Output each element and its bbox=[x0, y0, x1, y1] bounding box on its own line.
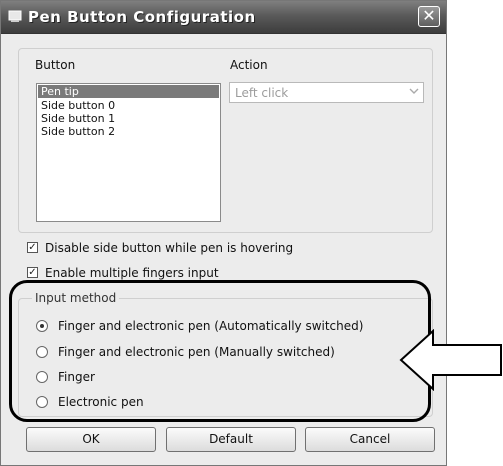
disable-side-button-label: Disable side button while pen is hoverin… bbox=[45, 241, 294, 255]
pen-tablet-icon bbox=[8, 10, 22, 22]
enable-multiple-fingers-checkbox[interactable]: ✓ bbox=[27, 267, 38, 278]
button-header: Button bbox=[35, 58, 76, 72]
window-title: Pen Button Configuration bbox=[28, 8, 256, 26]
list-item-side-button-2[interactable]: Side button 2 bbox=[37, 125, 220, 138]
chevron-down-icon bbox=[405, 83, 423, 102]
action-dropdown[interactable]: Left click bbox=[229, 82, 424, 103]
list-item-side-button-1[interactable]: Side button 1 bbox=[37, 112, 220, 125]
list-item-side-button-0[interactable]: Side button 0 bbox=[37, 99, 220, 112]
cancel-button[interactable]: Cancel bbox=[305, 427, 435, 452]
list-item-pen-tip[interactable]: Pen tip bbox=[38, 85, 219, 98]
arrow-left-icon bbox=[399, 329, 502, 391]
action-header: Action bbox=[230, 58, 268, 72]
enable-multiple-fingers-label: Enable multiple fingers input bbox=[45, 266, 219, 280]
title-bar[interactable]: Pen Button Configuration ✕ bbox=[1, 1, 446, 34]
ok-button[interactable]: OK bbox=[26, 427, 156, 452]
action-dropdown-value: Left click bbox=[235, 86, 289, 100]
close-button[interactable]: ✕ bbox=[418, 6, 440, 27]
button-listbox[interactable]: Pen tip Side button 0 Side button 1 Side… bbox=[36, 83, 221, 222]
disable-side-button-checkbox[interactable]: ✓ bbox=[27, 242, 38, 253]
input-method-highlight bbox=[9, 280, 431, 422]
default-button[interactable]: Default bbox=[166, 427, 296, 452]
